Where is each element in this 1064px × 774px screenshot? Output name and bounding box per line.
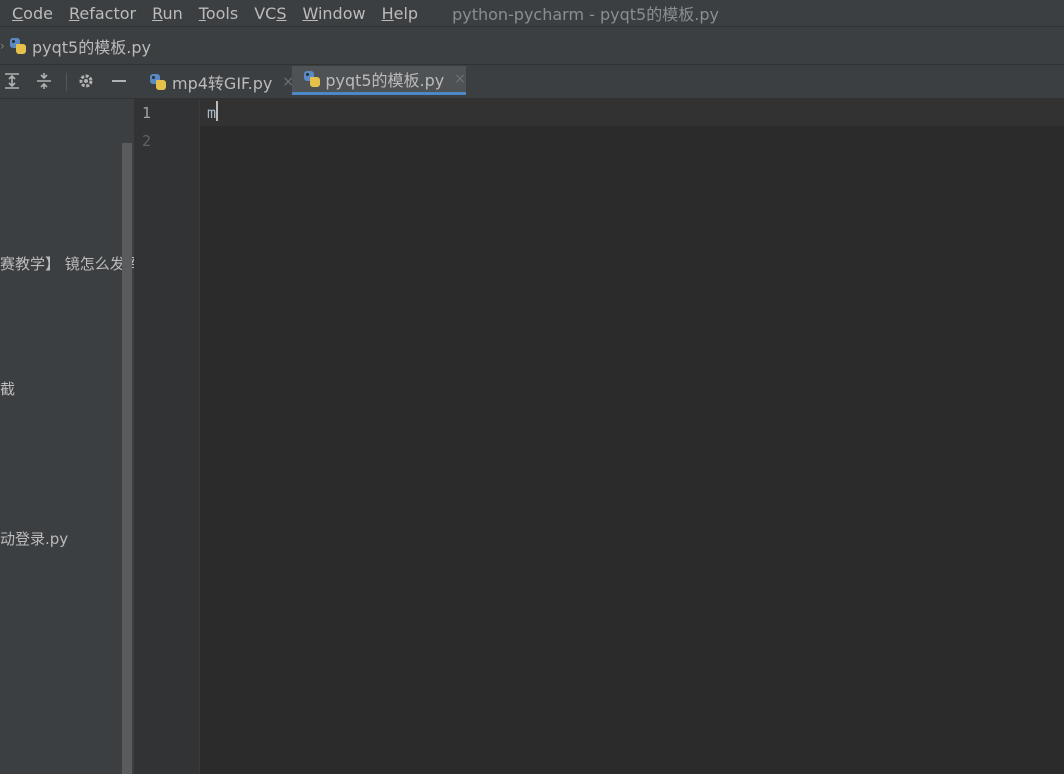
code-line[interactable]: m [207, 104, 216, 122]
menu-refactor[interactable]: Refactor [65, 4, 144, 23]
menu-window[interactable]: Window [298, 4, 373, 23]
project-sidebar: 赛教学】 镜怎么发挥 截 动登录.py [0, 99, 134, 774]
line-number: 1 [142, 104, 152, 122]
line-number: 2 [142, 132, 152, 150]
project-tree-item[interactable]: 截 [0, 378, 15, 399]
python-file-icon [10, 37, 26, 54]
collapse-all-icon[interactable] [34, 71, 54, 91]
close-icon[interactable]: × [454, 71, 466, 87]
menu-run[interactable]: Run [148, 4, 191, 23]
expand-all-icon[interactable] [2, 71, 22, 91]
toolbar-divider [66, 73, 67, 91]
python-file-icon [304, 71, 320, 87]
chevron-right-icon: › [0, 38, 5, 53]
menu-help[interactable]: Help [378, 4, 426, 23]
breadcrumb-file[interactable]: pyqt5的模板.py [10, 34, 151, 58]
breadcrumb-file-label: pyqt5的模板.py [32, 37, 151, 57]
menu-bar: Code Refactor Run Tools VCS Window Help … [0, 0, 1064, 27]
sidebar-scrollbar[interactable] [122, 143, 132, 774]
project-tree-item[interactable]: 动登录.py [0, 528, 68, 549]
code-editor[interactable]: m [200, 99, 1064, 774]
menu-code[interactable]: Code [8, 4, 61, 23]
project-tree-item[interactable]: 赛教学】 镜怎么发挥 [0, 253, 134, 274]
gear-icon[interactable] [76, 71, 96, 91]
line-number-gutter: 1 2 [134, 99, 200, 774]
minimize-icon[interactable] [109, 71, 129, 91]
current-line-highlight: m [200, 99, 1064, 126]
menu-vcs[interactable]: VCS [250, 4, 294, 23]
tab-label: pyqt5的模板.py [325, 71, 445, 90]
python-file-icon [150, 74, 166, 90]
tab-mp4-to-gif[interactable]: mp4转GIF.py × [146, 66, 298, 98]
tab-pyqt5-template[interactable]: pyqt5的模板.py × [292, 66, 466, 95]
text-caret [216, 101, 218, 121]
menu-tools[interactable]: Tools [195, 4, 246, 23]
window-title: python-pycharm - pyqt5的模板.py [452, 5, 719, 24]
tab-label: mp4转GIF.py [172, 74, 273, 93]
breadcrumb: › pyqt5的模板.py [0, 27, 1064, 65]
